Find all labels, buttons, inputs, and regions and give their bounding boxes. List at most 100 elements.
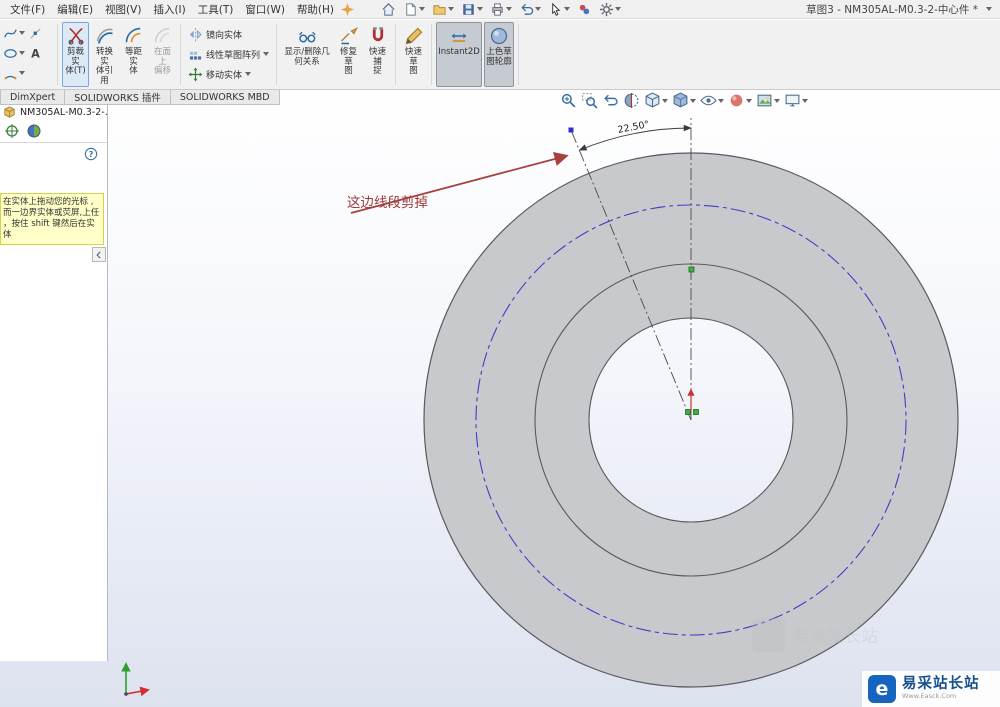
sketch-canvas[interactable]: 22.50° 这边线段剪掉 易采站长站: [0, 90, 1000, 707]
menu-bar: 文件(F) 编辑(E) 视图(V) 插入(I) 工具(T) 窗口(W) 帮助(H…: [0, 0, 1000, 19]
zoom-fit-icon[interactable]: [560, 92, 577, 109]
open-folder-icon[interactable]: [432, 2, 447, 17]
tab-solidworks-mbd[interactable]: SOLIDWORKS MBD: [169, 90, 280, 105]
instant2d-button[interactable]: Instant2D: [436, 22, 483, 87]
mirror-icon: [188, 27, 203, 42]
tab-solidworks-addins[interactable]: SOLIDWORKS 插件: [64, 90, 171, 105]
watermark-name: 易采站长站: [902, 676, 980, 693]
chevron-down-icon[interactable]: [615, 7, 622, 11]
menu-window[interactable]: 窗口(W): [239, 0, 291, 19]
chevron-down-icon[interactable]: [774, 98, 780, 103]
offset-entities-icon: [124, 26, 144, 46]
appearance-beads-icon[interactable]: [577, 2, 592, 17]
chevron-down-icon[interactable]: [19, 71, 25, 75]
sparkle-icon: [340, 2, 355, 17]
section-view-icon[interactable]: [623, 92, 640, 109]
select-cursor-icon[interactable]: [548, 2, 563, 17]
home-icon[interactable]: [381, 2, 396, 17]
arc-tool-icon[interactable]: [3, 66, 18, 81]
quick-snaps-button[interactable]: 快速捕 捉: [364, 22, 391, 87]
offset-entities-button[interactable]: 等距实 体: [120, 22, 147, 87]
shaded-contours-icon: [489, 26, 509, 46]
ellipse-tool-icon[interactable]: [3, 46, 18, 61]
chevron-down-icon[interactable]: [718, 98, 724, 103]
point-tool-icon[interactable]: [28, 26, 43, 41]
command-manager-ribbon: A 剪裁实 体(T) 转换实 体引用 等距实 体 在面上 偏移 镜向实体 线性草…: [0, 20, 1000, 90]
chevron-down-icon[interactable]: [448, 7, 455, 11]
chevron-down-icon[interactable]: [690, 98, 696, 103]
trim-entities-button[interactable]: 剪裁实 体(T): [62, 22, 89, 87]
svg-text:易采站长站: 易采站长站: [793, 627, 878, 647]
chevron-down-icon[interactable]: [535, 7, 542, 11]
trim-icon: [66, 26, 86, 46]
repair-sketch-icon: [339, 26, 359, 46]
menu-help[interactable]: 帮助(H): [291, 0, 340, 19]
chevron-down-icon[interactable]: [662, 98, 668, 103]
new-document-icon[interactable]: [403, 2, 418, 17]
feature-tree-root[interactable]: NM305AL-M0.3-2-...: [0, 105, 107, 120]
chevron-down-icon[interactable]: [506, 7, 513, 11]
rapid-sketch-button[interactable]: 快速草 图: [400, 22, 427, 87]
display-style-icon[interactable]: [672, 92, 689, 109]
text-tool-icon[interactable]: A: [28, 46, 43, 61]
hide-show-items-icon[interactable]: [700, 92, 717, 109]
chevron-down-icon[interactable]: [245, 72, 252, 76]
quick-access-toolbar: [381, 2, 622, 17]
sketch-point[interactable]: [693, 409, 699, 415]
chevron-down-icon[interactable]: [564, 7, 571, 11]
pattern-tools-column: 镜向实体 线性草图阵列 移动实体: [184, 20, 273, 89]
sketch-point[interactable]: [688, 266, 695, 273]
property-manager-tab-icon[interactable]: [4, 123, 20, 139]
menu-tools[interactable]: 工具(T): [192, 0, 240, 19]
move-entities-button[interactable]: 移动实体: [184, 64, 273, 84]
instant2d-icon: [449, 26, 469, 46]
panel-collapse-button[interactable]: [92, 247, 106, 262]
tab-dimxpert[interactable]: DimXpert: [0, 90, 66, 105]
linear-sketch-pattern-button[interactable]: 线性草图阵列: [184, 44, 273, 64]
site-watermark: e 易采站长站 Www.Easck.Com: [862, 671, 1000, 707]
line-endpoint[interactable]: [568, 127, 574, 133]
move-icon: [188, 66, 203, 82]
menu-insert[interactable]: 插入(I): [147, 0, 191, 19]
options-gear-icon[interactable]: [599, 2, 614, 17]
edit-appearance-icon[interactable]: [728, 92, 745, 109]
spline-icon[interactable]: [3, 26, 18, 41]
repair-sketch-button[interactable]: 修复草 图: [335, 22, 362, 87]
view-settings-icon[interactable]: [784, 92, 801, 109]
menu-file[interactable]: 文件(F): [4, 0, 51, 19]
zoom-area-icon[interactable]: [581, 92, 598, 109]
linear-pattern-icon: [188, 47, 203, 62]
chevron-down-icon[interactable]: [19, 31, 25, 35]
convert-entities-icon: [95, 26, 115, 46]
watermark-logo: e: [868, 675, 896, 703]
menu-view[interactable]: 视图(V): [99, 0, 147, 19]
view-orientation-icon[interactable]: [644, 92, 661, 109]
undo-icon[interactable]: [519, 2, 534, 17]
display-manager-tab-icon[interactable]: [26, 123, 42, 139]
apply-scene-icon[interactable]: [756, 92, 773, 109]
mirror-entities-button[interactable]: 镜向实体: [184, 24, 273, 44]
offset-on-face-icon: [153, 26, 173, 46]
chevron-down-icon[interactable]: [746, 98, 752, 103]
save-icon[interactable]: [461, 2, 476, 17]
annotation-text: 这边线段剪掉: [347, 194, 428, 211]
panel-tabs: [0, 120, 107, 143]
chevron-down-icon[interactable]: [802, 98, 808, 103]
previous-view-icon[interactable]: [602, 92, 619, 109]
help-icon[interactable]: ?: [84, 146, 98, 161]
chevron-down-icon[interactable]: [477, 7, 484, 11]
sketch-point[interactable]: [685, 409, 691, 415]
convert-entities-button[interactable]: 转换实 体引用: [91, 22, 118, 87]
chevron-down-icon[interactable]: [986, 7, 992, 11]
coordinate-triad: [121, 662, 150, 697]
shaded-sketch-contours-button[interactable]: 上色草 图轮廓: [484, 22, 515, 87]
chevron-down-icon[interactable]: [263, 52, 270, 56]
chevron-down-icon[interactable]: [19, 51, 25, 55]
print-icon[interactable]: [490, 2, 505, 17]
chevron-down-icon[interactable]: [419, 7, 426, 11]
graphics-area[interactable]: 22.50° 这边线段剪掉 易采站长站: [0, 90, 1000, 707]
rapid-sketch-icon: [404, 26, 424, 46]
menu-edit[interactable]: 编辑(E): [51, 0, 99, 19]
display-delete-relations-button[interactable]: 显示/删除几 何关系: [281, 22, 333, 87]
command-manager-tabs: DimXpert SOLIDWORKS 插件 SOLIDWORKS MBD: [0, 90, 280, 105]
